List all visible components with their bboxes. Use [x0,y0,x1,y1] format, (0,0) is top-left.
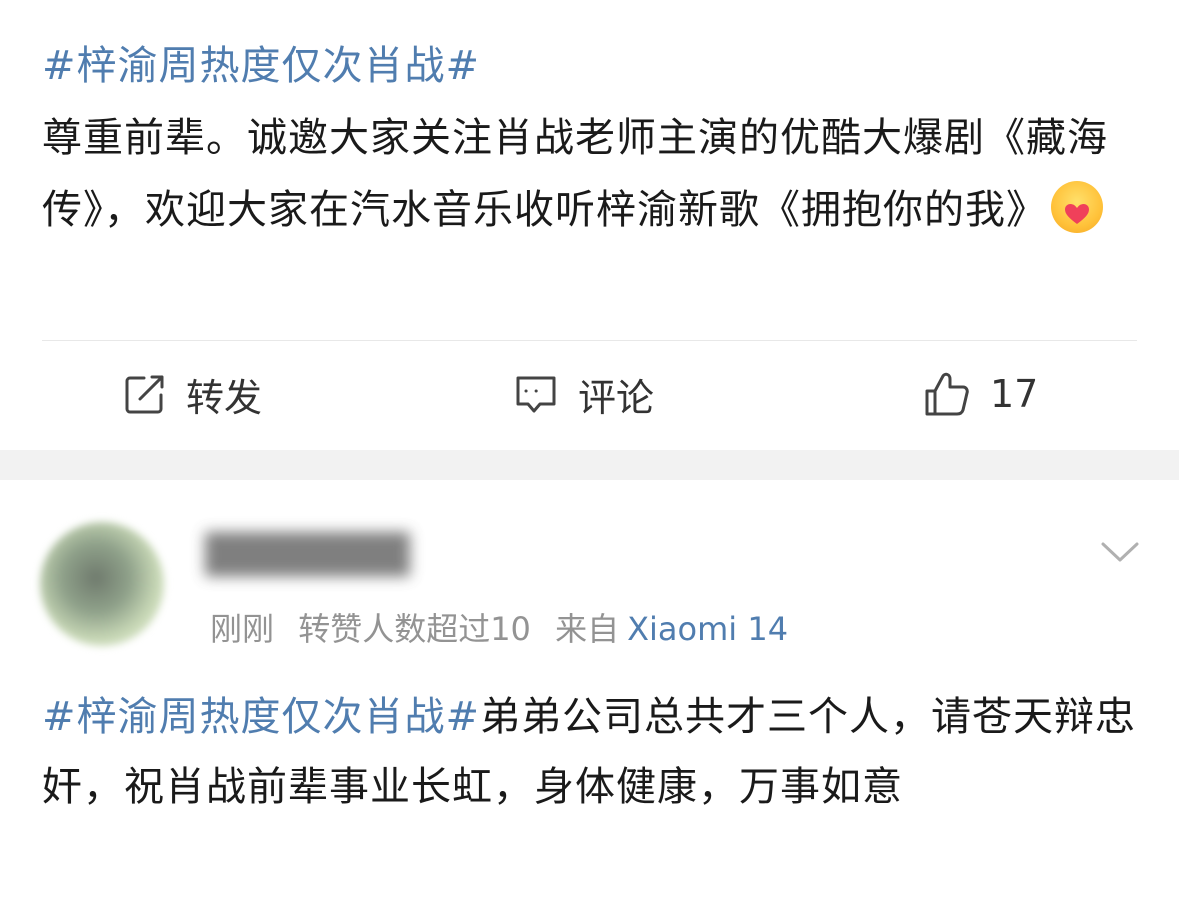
username[interactable]: ███████ [205,532,485,578]
hashtag-link[interactable]: #梓渝周热度仅次肖战# [42,694,480,740]
comment-label: 评论 [578,375,655,420]
like-button[interactable]: 17 [924,369,1038,419]
repost-button[interactable]: 转发 [124,369,263,420]
like-count: 17 [990,372,1039,416]
post-content: #梓渝周热度仅次肖战# 尊重前辈。诚邀大家关注肖战老师主演的优酷大爆剧《藏海传》… [42,30,1142,246]
source-device-link[interactable]: Xiaomi 14 [627,610,788,648]
repost-label: 转发 [186,375,263,420]
post-body-text: 尊重前辈。诚邀大家关注肖战老师主演的优酷大爆剧《藏海传》，欢迎大家在汽水音乐收听… [42,115,1108,233]
comment-icon [514,373,558,415]
comment-button[interactable]: 评论 [514,369,655,420]
post-meta: 刚刚 转赞人数超过10 来自 Xiaomi 14 [210,604,788,650]
repost-icon [124,373,166,415]
post-content: #梓渝周热度仅次肖战#弟弟公司总共才三个人，请苍天辩忠奸，祝肖战前辈事业长虹，身… [42,682,1142,822]
feed-separator [0,450,1179,480]
chevron-down-icon[interactable] [1100,540,1140,568]
hug-emoji-icon [1051,181,1103,233]
post-card: #梓渝周热度仅次肖战# 尊重前辈。诚邀大家关注肖战老师主演的优酷大爆剧《藏海传》… [0,0,1179,450]
feed: #梓渝周热度仅次肖战# 尊重前辈。诚邀大家关注肖战老师主演的优酷大爆剧《藏海传》… [0,0,1179,918]
repost-stat: 转赞人数超过10 [298,610,531,648]
thumbs-up-icon [924,371,970,417]
post-time: 刚刚 [210,610,275,648]
source-prefix: 来自 [555,610,620,648]
post-card: ███████ 刚刚 转赞人数超过10 来自 Xiaomi 14 #梓渝周热度仅次… [0,480,1179,918]
hashtag-link[interactable]: #梓渝周热度仅次肖战# [42,43,480,89]
action-bar: 转发 评论 17 [0,341,1179,449]
avatar[interactable] [40,522,164,646]
